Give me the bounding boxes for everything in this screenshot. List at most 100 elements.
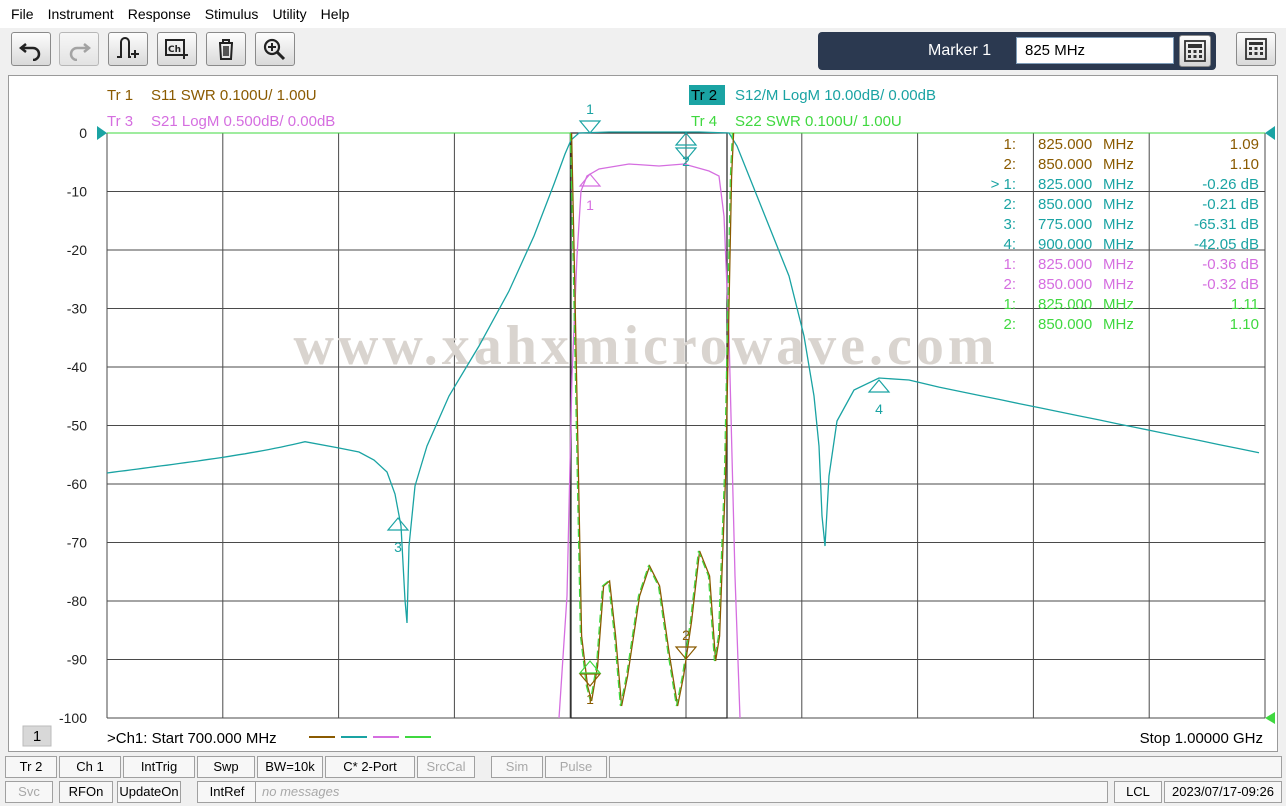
marker-1-pink [578, 173, 602, 187]
trace-label: S22 SWR 0.100U/ 1.00U [735, 113, 902, 130]
marker-table-unit: MHz [1103, 216, 1134, 233]
marker-table-unit: MHz [1103, 176, 1134, 193]
marker-table-index: 1: [1003, 296, 1016, 313]
marker-frequency-input[interactable]: 825 MHz [1016, 37, 1174, 64]
marker-table-frequency: 850.000 [1038, 316, 1092, 333]
status-empty-area [609, 756, 1282, 778]
marker-table-value: -0.21 dB [1202, 196, 1259, 213]
y-tick-label: -50 [67, 418, 87, 434]
marker-table-unit: MHz [1103, 276, 1134, 293]
undo-icon [18, 43, 41, 61]
delete-button[interactable] [206, 32, 246, 66]
marker-table-unit: MHz [1103, 136, 1134, 153]
status-c-2-port[interactable]: C* 2-Port [325, 756, 415, 778]
marker-1-teal-label: 1 [586, 101, 594, 117]
svg-text:Ch: Ch [168, 45, 181, 55]
marker-1-brown [578, 673, 602, 687]
marker-table-frequency: 850.000 [1038, 196, 1092, 213]
marker-1-pink-label: 1 [586, 197, 594, 213]
marker-table-unit: MHz [1103, 316, 1134, 333]
trace-id: Tr 2 [691, 87, 717, 104]
add-channel-button[interactable]: Ch [157, 32, 197, 66]
marker-table-frequency: 825.000 [1038, 256, 1092, 273]
marker-4-label: 4 [875, 401, 883, 417]
marker-2-brown-label: 2 [682, 627, 690, 643]
trace-label: S21 LogM 0.500dB/ 0.00dB [151, 113, 335, 130]
menu-utility[interactable]: Utility [265, 0, 313, 28]
redo-button[interactable] [59, 32, 99, 66]
marker-table-frequency: 850.000 [1038, 156, 1092, 173]
status-pulse[interactable]: Pulse [545, 756, 607, 778]
marker-table-value: 1.10 [1230, 316, 1259, 333]
status-inttrig[interactable]: IntTrig [123, 756, 195, 778]
channel-number: 1 [33, 728, 41, 745]
status-tr-2[interactable]: Tr 2 [5, 756, 57, 778]
plot-area: 0 -10 -20 -30 -40 -50 -60 -70 -80 -90 -100 www.xahx… [22, 85, 1275, 747]
stop-frequency: Stop 1.00000 GHz [1140, 730, 1263, 747]
marker-table-index: 1: [1003, 136, 1016, 153]
trace-1-s11-line [570, 132, 735, 707]
status-ch-1[interactable]: Ch 1 [59, 756, 121, 778]
ref-arrow-right-icon [1265, 126, 1275, 140]
marker-3 [386, 517, 410, 531]
status-lcl[interactable]: LCL [1114, 781, 1162, 803]
marker-table-value: -0.36 dB [1202, 256, 1259, 273]
status-row-2: Svc RFOn UpdateOn IntRef no messages LCL 2023/… [0, 780, 1286, 804]
status-swp[interactable]: Swp [197, 756, 255, 778]
marker-1-teal [578, 120, 602, 134]
menu-file[interactable]: File [4, 0, 41, 28]
status-sim[interactable]: Sim [491, 756, 543, 778]
menu-bar: File Instrument Response Stimulus Utilit… [0, 0, 1286, 28]
status-svc[interactable]: Svc [5, 781, 53, 803]
marker-panel: Marker 1 825 MHz [818, 32, 1216, 70]
calculator-icon [1184, 40, 1206, 62]
trace-4-s22-line [569, 132, 733, 707]
y-tick-label: -60 [67, 476, 87, 492]
keypad-button[interactable] [1236, 32, 1276, 66]
marker-table-value: 1.11 [1231, 296, 1259, 313]
measurement-display[interactable]: 0 -10 -20 -30 -40 -50 -60 -70 -80 -90 -100 www.xahx… [8, 75, 1278, 752]
y-tick-label: -70 [67, 535, 87, 551]
status-intref[interactable]: IntRef [197, 781, 257, 803]
add-trace-button[interactable] [108, 32, 148, 66]
trace-id: Tr 1 [107, 87, 133, 104]
marker-table-unit: MHz [1103, 156, 1134, 173]
marker-table-frequency: 825.000 [1038, 136, 1092, 153]
delete-icon [219, 39, 233, 60]
y-tick-label: -40 [67, 359, 87, 375]
menu-stimulus[interactable]: Stimulus [198, 0, 266, 28]
trace-id: Tr 4 [691, 113, 717, 130]
ref-arrow-bottom-icon [1265, 712, 1275, 724]
marker-table-index: 4: [1003, 236, 1016, 253]
menu-response[interactable]: Response [121, 0, 198, 28]
calculator-button[interactable] [1179, 35, 1211, 67]
status-2023-07-17-09-26[interactable]: 2023/07/17-09:26 [1164, 781, 1282, 803]
trace-id: Tr 3 [107, 113, 133, 130]
y-tick-label: -10 [67, 184, 87, 200]
marker-table-index: 2: [1003, 316, 1016, 333]
marker-label: Marker 1 [928, 42, 992, 59]
status-rfon[interactable]: RFOn [59, 781, 113, 803]
marker-table-unit: MHz [1103, 256, 1134, 273]
marker-table-value: 1.10 [1230, 156, 1259, 173]
marker-3-label: 3 [394, 539, 402, 555]
status-bw-10k[interactable]: BW=10k [257, 756, 323, 778]
status-no-messages: no messages [255, 781, 1108, 803]
y-tick-label: -100 [59, 710, 87, 726]
menu-help[interactable]: Help [314, 0, 357, 28]
status-updateon[interactable]: UpdateOn [117, 781, 181, 803]
y-tick-label: -30 [67, 301, 87, 317]
marker-table-index: 1: [1003, 256, 1016, 273]
marker-table-unit: MHz [1103, 296, 1134, 313]
menu-instrument[interactable]: Instrument [41, 0, 121, 28]
ref-arrow-left-icon [97, 126, 107, 140]
marker-table-value: -65.31 dB [1194, 216, 1259, 233]
undo-button[interactable] [11, 32, 51, 66]
zoom-button[interactable] [255, 32, 295, 66]
zoom-icon [263, 38, 286, 61]
marker-table-frequency: 900.000 [1038, 236, 1092, 253]
marker-table-unit: MHz [1103, 196, 1134, 213]
marker-table-frequency: 850.000 [1038, 276, 1092, 293]
marker-table-index: 3: [1003, 216, 1016, 233]
status-srccal[interactable]: SrcCal [417, 756, 475, 778]
